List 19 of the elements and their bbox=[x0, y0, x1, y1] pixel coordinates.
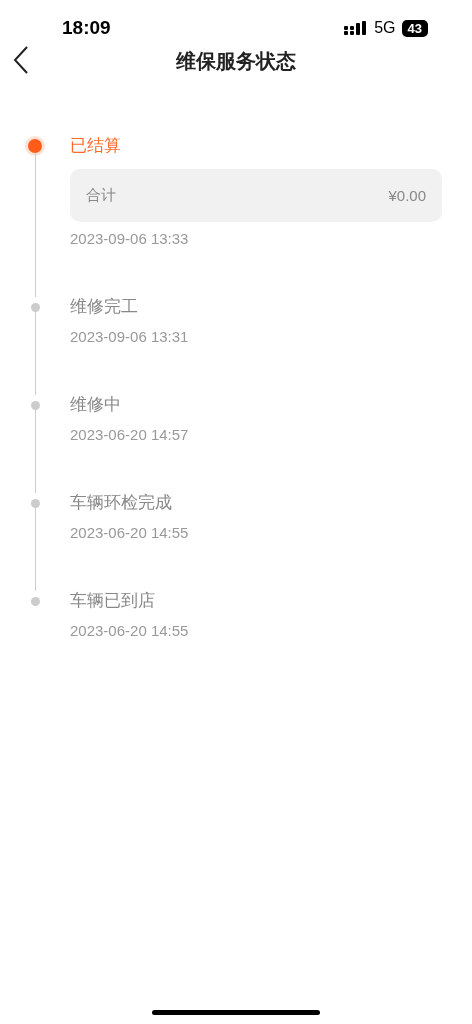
status-time: 2023-06-20 14:55 bbox=[70, 621, 189, 641]
status-time: 2023-06-20 14:57 bbox=[70, 425, 189, 445]
signal-icon bbox=[344, 21, 369, 35]
status-time: 2023-09-06 13:31 bbox=[70, 327, 189, 347]
battery-indicator: 43 bbox=[401, 19, 428, 37]
status-time: 18:09 bbox=[62, 16, 111, 40]
status-title: 维修中 bbox=[70, 395, 121, 415]
status-title: 维修完工 bbox=[70, 297, 138, 317]
status-time: 2023-06-20 14:55 bbox=[70, 523, 189, 543]
status-title: 车辆已到店 bbox=[70, 591, 155, 611]
back-icon bbox=[13, 46, 29, 74]
back-button[interactable] bbox=[12, 46, 30, 76]
status-title: 已结算 bbox=[70, 136, 121, 156]
status-title: 车辆环检完成 bbox=[70, 493, 172, 513]
total-amount: ¥0.00 bbox=[388, 187, 426, 204]
page-title: 维保服务状态 bbox=[176, 48, 296, 74]
status-time: 2023-09-06 13:33 bbox=[70, 229, 189, 249]
total-label: 合计 bbox=[86, 186, 116, 205]
network-label: 5G bbox=[374, 19, 396, 37]
